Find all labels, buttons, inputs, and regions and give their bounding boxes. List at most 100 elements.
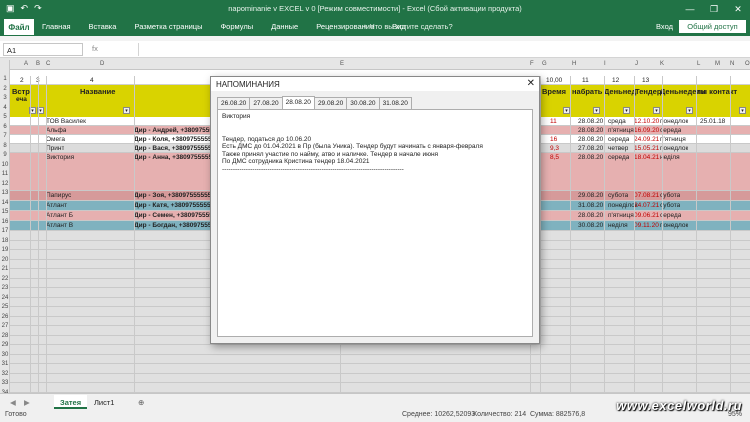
cell-l[interactable]: 31.08.20 xyxy=(578,202,603,209)
cell-company[interactable]: Альфа xyxy=(46,127,66,134)
cell-m[interactable]: неділя xyxy=(608,222,628,229)
cell-company[interactable]: Атлант xyxy=(46,202,67,209)
row-number[interactable]: 14 xyxy=(0,200,10,206)
cell-company[interactable]: Омега xyxy=(46,136,65,143)
close-button[interactable]: ✕ xyxy=(726,0,750,18)
row-number[interactable]: 20 xyxy=(0,257,10,263)
row-number[interactable]: 30 xyxy=(0,352,10,358)
column-letter[interactable]: J xyxy=(635,61,638,67)
file-tab[interactable]: Файл xyxy=(4,19,34,35)
cell-o[interactable]: понедлок xyxy=(660,145,688,152)
row-number[interactable]: 12 xyxy=(0,181,10,187)
formula-input[interactable] xyxy=(138,43,738,56)
tell-me-search[interactable]: ♀ Что вы хотите сделать? xyxy=(362,22,453,31)
column-letter[interactable]: L xyxy=(697,61,700,67)
row-number[interactable]: 27 xyxy=(0,323,10,329)
cell-l[interactable]: 28.08.20 xyxy=(578,212,603,219)
cell-l[interactable]: 28.08.20 xyxy=(578,127,603,134)
fx-icon[interactable]: fx xyxy=(92,44,98,53)
row-number[interactable]: 6 xyxy=(0,124,10,130)
cell-n[interactable]: 09.11.20 xyxy=(634,222,659,229)
sheet-tab-list1[interactable]: Лист1 xyxy=(88,395,120,409)
column-letter[interactable]: O xyxy=(745,61,750,67)
row-number[interactable]: 26 xyxy=(0,314,10,320)
row-number[interactable]: 18 xyxy=(0,238,10,244)
row-number[interactable]: 33 xyxy=(0,380,10,386)
cell-o[interactable]: субота xyxy=(660,202,680,209)
cell-l[interactable]: 30.08.20 xyxy=(578,222,603,229)
row-number[interactable]: 9 xyxy=(0,152,10,158)
cell-m[interactable]: четвер xyxy=(608,145,628,152)
cell-m[interactable]: середа xyxy=(608,136,629,143)
dialog-close-icon[interactable]: ✕ xyxy=(527,78,535,89)
column-letter[interactable]: N xyxy=(730,61,734,67)
filter-dropdown[interactable]: ▾ xyxy=(563,107,570,114)
row-number[interactable]: 22 xyxy=(0,276,10,282)
row-number[interactable]: 28 xyxy=(0,333,10,339)
cell-n[interactable]: 16.09.20 xyxy=(634,127,659,134)
cell-contact[interactable]: Дир - Анна, +380975555556 xyxy=(134,154,219,161)
filter-dropdown[interactable]: ▾ xyxy=(623,107,630,114)
row-number[interactable]: 4 xyxy=(0,105,10,111)
cell-l[interactable]: 28.08.20 xyxy=(578,154,603,161)
cell-l[interactable]: 28.08.20 xyxy=(578,118,603,125)
cell-company[interactable]: Атлант Б xyxy=(46,212,73,219)
row-number[interactable]: 17 xyxy=(0,228,10,234)
row-number[interactable]: 3 xyxy=(0,95,10,101)
filter-dropdown[interactable]: ▾ xyxy=(123,107,130,114)
cell-n[interactable]: 12.10.20 xyxy=(634,118,659,125)
row-number[interactable]: 1 xyxy=(0,76,10,82)
cell-contact[interactable]: Дир - Катя, +380975555556 xyxy=(134,202,218,209)
row-number[interactable]: 19 xyxy=(0,247,10,253)
cell-contact[interactable]: Дир - Зоя, +380975555554 xyxy=(134,192,215,199)
cell-l[interactable]: 28.08.20 xyxy=(578,136,603,143)
empty-row[interactable] xyxy=(10,373,750,383)
cell-company[interactable]: Папирус xyxy=(46,192,71,199)
add-sheet-icon[interactable]: ⊕ xyxy=(132,395,150,409)
column-letter[interactable]: K xyxy=(660,61,664,67)
row-number[interactable]: 23 xyxy=(0,285,10,291)
ribbon-tab-0[interactable]: Главная xyxy=(42,22,71,31)
cell-p[interactable]: 25.01.18 xyxy=(700,118,725,125)
cell-n[interactable]: 07.08.21 xyxy=(634,192,659,199)
cell-m[interactable]: субота xyxy=(608,192,628,199)
restore-button[interactable]: ❐ xyxy=(702,0,726,18)
cell-n[interactable]: 24.09.21 xyxy=(634,136,659,143)
empty-row[interactable] xyxy=(10,354,750,364)
row-number[interactable]: 2 xyxy=(0,86,10,92)
column-letter[interactable]: A xyxy=(24,61,28,67)
row-number[interactable]: 29 xyxy=(0,342,10,348)
dialog-tab[interactable]: 28.08.20 xyxy=(281,96,315,110)
cell-n[interactable]: 09.06.21 xyxy=(634,212,659,219)
cell-m[interactable]: середа xyxy=(608,154,629,161)
cell-o[interactable]: субота xyxy=(660,192,680,199)
filter-dropdown[interactable]: ▾ xyxy=(593,107,600,114)
column-letter[interactable]: E xyxy=(340,61,344,67)
cell-n[interactable]: 24.07.21 xyxy=(634,202,659,209)
row-number[interactable]: 8 xyxy=(0,143,10,149)
row-number[interactable]: 15 xyxy=(0,209,10,215)
cell-k[interactable]: 11 xyxy=(550,118,557,125)
ribbon-tab-2[interactable]: Разметка страницы xyxy=(134,22,202,31)
cell-o[interactable]: середа xyxy=(660,127,681,134)
cell-contact[interactable]: Дир - Коля, +380975555556 xyxy=(134,136,219,143)
cell-l[interactable]: 27.08.20 xyxy=(578,145,603,152)
row-number[interactable]: 11 xyxy=(0,171,10,177)
column-letter[interactable]: H xyxy=(572,61,576,67)
cell-m[interactable]: п'ятниця xyxy=(608,212,634,219)
row-number[interactable]: 21 xyxy=(0,266,10,272)
row-number[interactable]: 13 xyxy=(0,190,10,196)
empty-row[interactable] xyxy=(10,383,750,393)
ribbon-tab-4[interactable]: Данные xyxy=(271,22,298,31)
share-button[interactable]: Общий доступ xyxy=(679,20,746,33)
sheet-tab-zateya[interactable]: Затея xyxy=(54,395,88,409)
sheet-scroll-right-icon[interactable]: ▶ xyxy=(18,395,36,409)
cell-k[interactable]: 9,3 xyxy=(550,145,559,152)
sign-in-link[interactable]: Вход xyxy=(656,22,673,31)
cell-n[interactable]: 18.04.21 xyxy=(634,154,659,161)
name-box[interactable]: A1 xyxy=(3,43,83,56)
column-letter[interactable]: M xyxy=(715,61,720,67)
column-letter[interactable]: D xyxy=(100,61,104,67)
row-number[interactable]: 31 xyxy=(0,361,10,367)
column-letter[interactable]: C xyxy=(46,61,50,67)
